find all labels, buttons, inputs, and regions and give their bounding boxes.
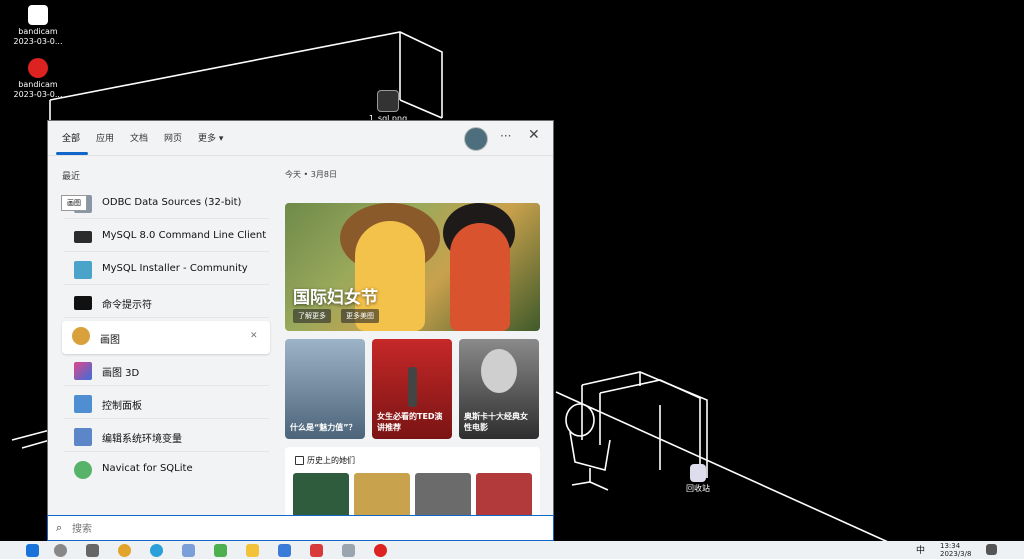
history-thumbnail[interactable] — [354, 473, 410, 519]
paint-icon — [72, 327, 90, 345]
remove-from-recent-icon[interactable]: ✕ — [250, 331, 258, 341]
recent-app-env-vars[interactable]: 编辑系统环境变量 — [64, 422, 269, 452]
app-label: MySQL 8.0 Command Line Client — [102, 230, 267, 241]
microphone-image — [408, 367, 417, 407]
today-date-label: 今天 • 3月8日 — [285, 170, 337, 179]
user-avatar[interactable] — [464, 127, 488, 151]
card-caption: 奥斯卡十大经典女性电影 — [464, 412, 528, 432]
more-options-button[interactable]: ··· — [500, 129, 511, 143]
tab-all[interactable]: 全部 — [62, 131, 80, 144]
news-card-charm[interactable]: 什么是“魅力值”？ — [285, 339, 365, 439]
bandicam-record-icon — [28, 58, 48, 78]
app-label: 画图 — [100, 335, 120, 346]
search-icon[interactable] — [54, 544, 67, 557]
app-label: MySQL Installer - Community — [102, 263, 248, 274]
store-icon[interactable] — [278, 544, 291, 557]
recent-app-mysql-cli[interactable]: MySQL 8.0 Command Line Client — [64, 222, 269, 252]
wps-icon[interactable] — [310, 544, 323, 557]
desktop-icon-sublabel: 2023-03-0... — [13, 37, 63, 46]
app-label: 画图 3D — [102, 368, 140, 379]
command-prompt-icon — [74, 296, 92, 310]
chrome-icon[interactable] — [118, 544, 131, 557]
desktop-icon-sql-png[interactable]: 1_sql.png — [358, 90, 418, 124]
app-label: 控制面板 — [102, 401, 142, 412]
desktop-icon-bandicam-1[interactable]: bandicam 2023-03-0... — [8, 5, 68, 47]
desktop-icon-recycle-bin[interactable]: 回收站 — [668, 464, 728, 494]
more-images-button[interactable]: 更多美图 — [341, 309, 379, 323]
desktop-icon-label: bandicam — [18, 80, 58, 89]
tab-more[interactable]: 更多 ▾ — [198, 131, 223, 144]
news-card-ted[interactable]: 女生必看的TED演讲推荐 — [372, 339, 452, 439]
app-label: ODBC Data Sources (32-bit) — [102, 197, 242, 208]
recent-app-odbc[interactable]: ODBC Data Sources (32-bit) — [64, 189, 269, 219]
history-women-card[interactable]: 历史上的她们 — [285, 447, 540, 519]
history-thumbnail[interactable] — [476, 473, 532, 519]
terminal-icon — [74, 231, 92, 243]
clock-time: 13:34 — [940, 542, 961, 550]
bandicam-video-icon — [28, 5, 48, 25]
desktop-icon-sublabel: 2023-03-0... — [13, 90, 63, 99]
history-book-icon — [295, 456, 304, 465]
hero-title: 国际妇女节 — [293, 288, 378, 308]
input-language-indicator[interactable]: 中 — [916, 543, 925, 556]
wechat-icon[interactable] — [214, 544, 227, 557]
mysql-installer-icon — [74, 261, 92, 279]
system-clock[interactable]: 13:34 2023/3/8 — [940, 542, 971, 558]
history-thumbnail[interactable] — [415, 473, 471, 519]
tooltip: 画图 — [61, 195, 87, 211]
recent-app-cmd[interactable]: 命令提示符 — [64, 288, 269, 318]
image-viewer-icon[interactable] — [342, 544, 355, 557]
recent-app-paint-3d[interactable]: 画图 3D — [64, 356, 269, 386]
search-bar[interactable]: ⌕ — [47, 515, 554, 541]
recent-section-label: 最近 — [62, 172, 81, 182]
app-label: 编辑系统环境变量 — [102, 434, 182, 445]
photos-icon[interactable] — [182, 544, 195, 557]
app-label: Navicat for SQLite — [102, 463, 193, 474]
paint-3d-icon — [74, 362, 92, 380]
start-search-panel: 全部 应用 文档 网页 更多 ▾ ··· ✕ 最近 ODBC Data Sour… — [47, 120, 554, 543]
desktop-icon-bandicam-2[interactable]: bandicam 2023-03-0... — [8, 58, 68, 100]
card-caption: 什么是“魅力值”？ — [290, 423, 357, 432]
learn-more-button[interactable]: 了解更多 — [293, 309, 331, 323]
desktop-icon-label: 回收站 — [686, 484, 710, 493]
file-explorer-icon[interactable] — [246, 544, 259, 557]
task-view-icon[interactable] — [86, 544, 99, 557]
tab-documents[interactable]: 文档 — [130, 131, 148, 144]
news-card-oscar[interactable]: 奥斯卡十大经典女性电影 — [459, 339, 539, 439]
hero-image-shape — [450, 223, 510, 331]
notification-icon[interactable] — [986, 544, 997, 555]
recent-app-mysql-installer[interactable]: MySQL Installer - Community — [64, 255, 269, 285]
edge-icon[interactable] — [150, 544, 163, 557]
search-icon: ⌕ — [56, 521, 63, 534]
search-tab-bar: 全部 应用 文档 网页 更多 ▾ ··· ✕ — [48, 121, 553, 156]
womens-day-hero-card[interactable]: 国际妇女节 了解更多 更多美图 — [285, 203, 540, 331]
bandicam-record-icon[interactable] — [374, 544, 387, 557]
clock-date: 2023/3/8 — [940, 550, 972, 558]
recent-app-navicat[interactable]: Navicat for SQLite — [64, 455, 269, 485]
active-tab-indicator — [56, 152, 88, 155]
recycle-bin-icon — [690, 464, 706, 482]
navicat-icon — [74, 461, 92, 479]
windows-start-icon[interactable] — [26, 544, 39, 557]
tab-web[interactable]: 网页 — [164, 131, 182, 144]
history-thumbnail[interactable] — [293, 473, 349, 519]
recent-app-control-panel[interactable]: 控制面板 — [64, 389, 269, 419]
search-input[interactable] — [70, 520, 544, 538]
taskbar: 中 13:34 2023/3/8 — [0, 541, 1024, 559]
system-properties-icon — [74, 428, 92, 446]
close-icon[interactable]: ✕ — [528, 127, 540, 143]
desktop-icon-label: bandicam — [18, 27, 58, 36]
portrait-image — [481, 349, 517, 393]
control-panel-icon — [74, 395, 92, 413]
image-file-icon — [377, 90, 399, 112]
tab-apps[interactable]: 应用 — [96, 131, 114, 144]
app-label: 命令提示符 — [102, 300, 152, 311]
history-card-title: 历史上的她们 — [307, 456, 355, 465]
card-caption: 女生必看的TED演讲推荐 — [377, 412, 443, 432]
recent-app-paint[interactable]: 画图 ✕ — [62, 321, 270, 354]
